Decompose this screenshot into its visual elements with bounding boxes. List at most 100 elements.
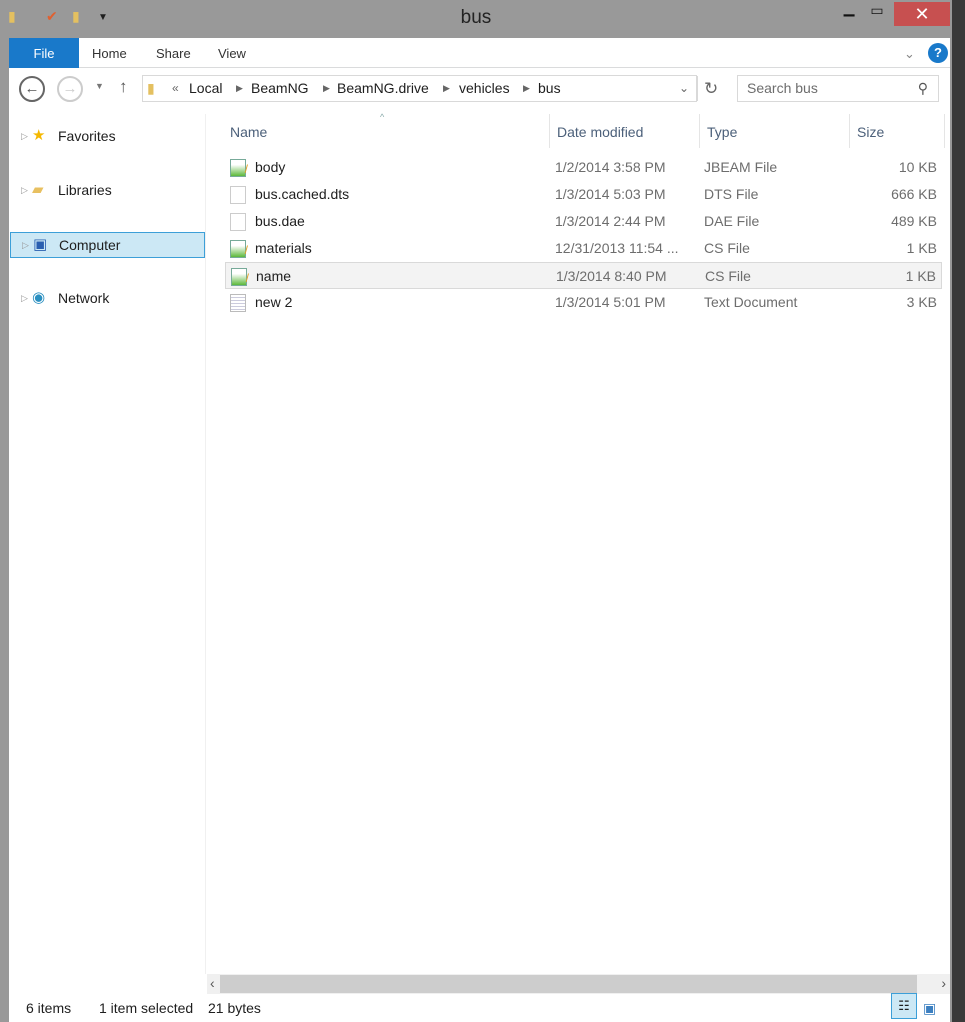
file-size: 489 KB <box>891 213 937 229</box>
crumb-separator-icon[interactable]: ▶ <box>443 76 450 101</box>
minimize-button[interactable]: ▁ <box>834 0 864 24</box>
file-type: Text Document <box>704 294 798 310</box>
crumb-local[interactable]: Local <box>189 76 222 101</box>
file-row[interactable]: / materials 12/31/2013 11:54 ... CS File 1 K… <box>225 235 942 262</box>
window-title: bus <box>460 7 492 28</box>
crumb-separator-icon[interactable]: ▶ <box>323 76 330 101</box>
file-size: 666 KB <box>891 186 937 202</box>
file-size: 1 KB <box>906 240 937 256</box>
column-header-size[interactable]: Size <box>850 114 945 148</box>
editor-icon: / <box>230 240 248 258</box>
computer-icon: ▣ <box>33 236 48 253</box>
nav-item-libraries[interactable]: ▷ ▰ Libraries <box>10 178 205 204</box>
item-count: 6 items <box>26 1000 72 1016</box>
tab-share[interactable]: Share <box>156 38 191 68</box>
large-icons-view-button[interactable]: ▣ <box>923 996 936 1020</box>
nav-item-network[interactable]: ▷ ◉ Network <box>10 286 205 312</box>
crumb-separator-icon[interactable]: ▶ <box>236 76 243 101</box>
file-icon <box>230 186 246 204</box>
expand-ribbon-icon[interactable]: ⌄ <box>904 38 915 68</box>
star-icon: ★ <box>32 127 46 144</box>
recent-locations-icon[interactable]: ▼ <box>95 81 104 91</box>
file-type: DTS File <box>704 186 759 202</box>
refresh-icon[interactable]: ↻ <box>704 76 718 101</box>
file-type: CS File <box>704 240 750 256</box>
expand-icon[interactable]: ▷ <box>22 233 29 257</box>
file-size: 3 KB <box>906 294 937 310</box>
file-row[interactable]: bus.cached.dts 1/3/2014 5:03 PM DTS File 66… <box>225 181 942 208</box>
nav-item-computer[interactable]: ▷ ▣ Computer <box>10 232 205 258</box>
details-view-button[interactable]: ☷ <box>891 993 917 1019</box>
file-type: JBEAM File <box>704 159 778 175</box>
nav-label: Computer <box>59 237 121 253</box>
column-header-type[interactable]: Type <box>700 114 850 148</box>
tab-view[interactable]: View <box>218 38 246 68</box>
file-size: 10 KB <box>898 159 937 175</box>
address-dropdown-icon[interactable]: ⌄ <box>679 76 689 101</box>
horizontal-scrollbar[interactable]: ‹ › <box>207 974 950 994</box>
help-icon[interactable]: ? <box>928 43 948 63</box>
crumb-vehicles[interactable]: vehicles <box>459 76 510 101</box>
file-row[interactable]: new 2 1/3/2014 5:01 PM Text Document 3 KB <box>225 289 942 316</box>
divider <box>697 76 698 101</box>
network-icon: ◉ <box>32 289 46 306</box>
crumb-bus[interactable]: bus <box>538 76 561 101</box>
file-date: 1/3/2014 5:01 PM <box>555 294 666 310</box>
file-date: 12/31/2013 11:54 ... <box>555 240 679 256</box>
column-header-name[interactable]: Name <box>223 114 550 148</box>
scroll-right-icon[interactable]: › <box>941 975 946 991</box>
text-file-icon <box>230 294 246 312</box>
selection-size: 21 bytes <box>208 1000 261 1016</box>
file-row[interactable]: / body 1/2/2014 3:58 PM JBEAM File 10 KB <box>225 154 942 181</box>
close-button[interactable]: ✕ <box>894 2 950 26</box>
tab-file[interactable]: File <box>9 38 79 68</box>
nav-item-favorites[interactable]: ▷ ★ Favorites <box>10 124 205 150</box>
crumb-separator-icon[interactable]: ▶ <box>523 76 530 101</box>
crumb-beamng[interactable]: BeamNG <box>251 76 309 101</box>
file-date: 1/3/2014 2:44 PM <box>555 213 666 229</box>
file-name: bus.cached.dts <box>255 186 350 202</box>
file-date: 1/3/2014 8:40 PM <box>556 268 667 284</box>
editor-icon: / <box>230 159 248 177</box>
file-icon <box>230 213 246 231</box>
libraries-icon: ▰ <box>32 181 44 198</box>
scrollbar-thumb[interactable] <box>220 975 917 993</box>
explorer-window: ▮ ✔ ▮ ▼ bus ▁ ▭ ✕ File Home Share View ⌄… <box>0 0 952 1022</box>
nav-label: Network <box>58 290 110 306</box>
file-name: new 2 <box>255 294 293 310</box>
search-icon[interactable]: ⚲ <box>918 76 928 101</box>
file-type: DAE File <box>704 213 760 229</box>
file-name: body <box>255 159 286 175</box>
scroll-left-icon[interactable]: ‹ <box>210 975 215 991</box>
file-type: CS File <box>705 268 751 284</box>
overflow-crumb[interactable]: « <box>172 76 179 101</box>
file-name: materials <box>255 240 312 256</box>
forward-button[interactable]: → <box>57 76 83 102</box>
maximize-button[interactable]: ▭ <box>862 2 892 26</box>
expand-icon[interactable]: ▷ <box>21 124 28 148</box>
ribbon-tabs: File Home Share View ⌄ ? <box>9 38 950 68</box>
file-date: 1/3/2014 5:03 PM <box>555 186 666 202</box>
file-list: ^ Name Date modified Type Size / body 1/2/… <box>207 112 950 974</box>
crumb-beamng-drive[interactable]: BeamNG.drive <box>337 76 429 101</box>
file-row[interactable]: bus.dae 1/3/2014 2:44 PM DAE File 489 KB <box>225 208 942 235</box>
up-button[interactable]: ↑ <box>119 77 128 97</box>
navigation-pane: ▷ ★ Favorites ▷ ▰ Libraries ▷ ▣ Computer ▷ ◉ Net… <box>9 114 206 974</box>
tab-home[interactable]: Home <box>92 38 127 68</box>
file-name: name <box>256 268 292 284</box>
file-name: bus.dae <box>255 213 305 229</box>
back-button[interactable]: ← <box>19 76 45 102</box>
address-row: ← → ▼ ↑ ▮ « Local ▶ BeamNG ▶ BeamNG.driv… <box>9 70 950 110</box>
file-row[interactable]: / name 1/3/2014 8:40 PM CS File 1 KB <box>225 262 942 289</box>
expand-icon[interactable]: ▷ <box>21 178 28 202</box>
nav-label: Favorites <box>58 128 116 144</box>
file-date: 1/2/2014 3:58 PM <box>555 159 666 175</box>
address-bar[interactable]: ▮ « Local ▶ BeamNG ▶ BeamNG.drive ▶ vehi… <box>142 75 718 102</box>
expand-icon[interactable]: ▷ <box>21 286 28 310</box>
search-placeholder: Search bus <box>747 80 818 96</box>
search-input[interactable]: Search bus ⚲ <box>737 75 939 102</box>
editor-icon: / <box>231 268 249 286</box>
file-size: 1 KB <box>905 268 936 284</box>
title-bar: ▮ ✔ ▮ ▼ bus ▁ ▭ ✕ <box>0 0 952 38</box>
column-header-date[interactable]: Date modified <box>550 114 700 148</box>
